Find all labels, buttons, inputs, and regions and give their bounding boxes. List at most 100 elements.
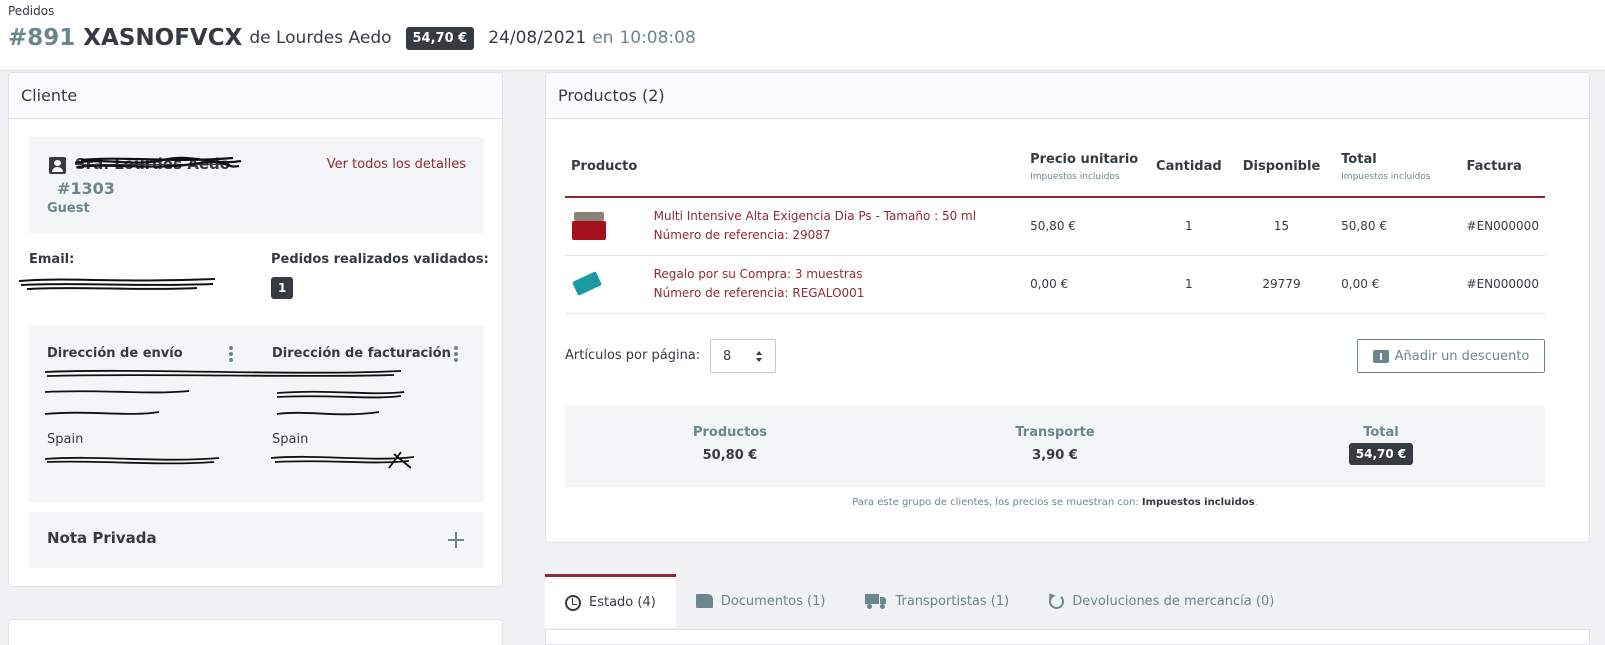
unit-price-cell: 0,00 €	[1024, 255, 1150, 314]
products-subtotal-label: Productos	[692, 425, 768, 440]
unit-price-cell: 50,80 €	[1024, 197, 1150, 256]
available-cell: 15	[1227, 197, 1336, 256]
customer-card: Cliente Sra. Lourdes Aedo #1303 Guest Ve…	[8, 72, 503, 587]
tax-note-emphasis: Impuestos incluidos	[1141, 497, 1255, 508]
tab-documents-label: Documentos (1)	[720, 593, 826, 609]
tax-note: Para este grupo de clientes, los precios…	[565, 497, 1545, 508]
order-total-value: 54,70 €	[1348, 443, 1414, 465]
order-date-separator: en	[592, 28, 614, 48]
person-icon	[49, 157, 66, 174]
products-subtotal: Productos 50,80 €	[670, 425, 790, 463]
billing-country: Spain	[272, 432, 309, 447]
products-card-title: Productos (2)	[558, 86, 665, 105]
page-header: Pedidos #891 XASNOFVCX de Lourdes Aedo 5…	[0, 0, 1605, 71]
order-totals: Productos 50,80 € Transporte 3,90 € Tota…	[565, 406, 1545, 487]
product-jar-image	[571, 212, 607, 241]
email-label: Email:	[29, 252, 75, 267]
customer-id: #1303	[57, 179, 115, 198]
order-total-label: Total	[1363, 425, 1399, 440]
validated-orders-label: Pedidos realizados validados:	[271, 252, 489, 267]
quantity-cell: 1	[1149, 197, 1228, 256]
items-per-page-value: 8	[723, 348, 732, 364]
shipping-address-menu-icon[interactable]	[229, 346, 233, 362]
table-row: Multi Intensive Alta Exigencia Dia Ps - …	[565, 197, 1545, 256]
customer-card-header: Cliente	[9, 73, 502, 119]
tab-carriers[interactable]: Transportistas (1)	[845, 574, 1029, 628]
addresses-box: Dirección de envío Dirección de facturac…	[29, 326, 484, 502]
column-unit-price: Precio unitario Impuestos incluidos	[1024, 137, 1150, 198]
product-name-link[interactable]: Multi Intensive Alta Exigencia Dia Ps - …	[654, 207, 1018, 226]
column-quantity: Cantidad	[1149, 137, 1228, 198]
secondary-card	[8, 619, 503, 645]
column-unit-price-sub: Impuestos incluidos	[1030, 171, 1120, 182]
redaction-scribble	[44, 369, 415, 469]
column-invoice: Factura	[1460, 137, 1545, 198]
redaction-scribble	[74, 156, 242, 169]
tab-documents[interactable]: Documentos (1)	[676, 574, 846, 628]
available-cell: 29779	[1227, 255, 1336, 314]
product-reference: Número de referencia: REGALO001	[653, 286, 865, 300]
column-total-label: Total	[1341, 151, 1377, 167]
plus-icon[interactable]	[448, 532, 464, 548]
order-customer: de Lourdes Aedo	[249, 28, 392, 48]
tab-returns-label: Devoluciones de mercancía (0)	[1072, 593, 1275, 609]
product-sachet-image	[571, 271, 605, 297]
order-reference: XASNOFVCX	[83, 25, 243, 51]
products-card: Productos (2) Producto Precio unitario Im…	[545, 72, 1590, 543]
total-cell: 50,80 €	[1335, 197, 1461, 256]
invoice-cell: #EN000000	[1460, 255, 1545, 314]
product-cell: Regalo por su Compra: 3 muestras Número …	[647, 255, 1025, 314]
products-subtotal-value: 50,80 €	[702, 448, 758, 463]
order-date: 24/08/2021	[488, 28, 587, 48]
undo-icon	[1049, 593, 1065, 609]
column-total-sub: Impuestos incluidos	[1341, 171, 1431, 182]
invoice-cell: #EN000000	[1460, 197, 1545, 256]
shipping-country: Spain	[47, 432, 84, 447]
add-discount-button[interactable]: Añadir un descuento	[1357, 339, 1545, 373]
order-total-badge: 54,70 €	[405, 26, 475, 50]
product-reference: Número de referencia: 29087	[653, 228, 831, 243]
tax-note-suffix: .	[1254, 497, 1258, 508]
redaction-scribble	[18, 278, 216, 290]
column-available: Disponible	[1227, 137, 1336, 198]
billing-address-label: Dirección de facturación	[272, 346, 451, 361]
page-title: #891 XASNOFVCX de Lourdes Aedo 54,70 € 2…	[8, 25, 696, 51]
product-thumbnail-cell	[565, 197, 648, 256]
total-cell: 0,00 €	[1335, 255, 1461, 314]
tab-status[interactable]: Estado (4)	[545, 574, 676, 628]
order-number: #891	[8, 25, 76, 51]
history-icon	[565, 594, 581, 611]
tab-carriers-label: Transportistas (1)	[895, 593, 1010, 609]
column-unit-price-label: Precio unitario	[1030, 151, 1139, 167]
products-table-header: Producto Precio unitario Impuestos inclui…	[565, 137, 1545, 198]
breadcrumb[interactable]: Pedidos	[8, 4, 54, 18]
shipping-cost: Transporte 3,90 €	[995, 425, 1115, 463]
truck-icon	[865, 594, 887, 609]
add-discount-label: Añadir un descuento	[1394, 348, 1530, 364]
column-total: Total Impuestos incluidos	[1335, 137, 1461, 198]
order-total: Total 54,70 €	[1321, 425, 1441, 465]
items-per-page-select[interactable]: 8	[710, 339, 776, 373]
document-icon	[695, 594, 713, 608]
customer-type: Guest	[47, 201, 90, 216]
customer-card-title: Cliente	[21, 86, 78, 105]
validated-orders-count: 1	[271, 277, 294, 299]
ticket-icon	[1372, 349, 1389, 363]
select-arrows-icon	[756, 350, 763, 362]
product-thumbnail-cell	[565, 255, 648, 314]
private-note-section[interactable]: Nota Privada	[29, 512, 484, 568]
shipping-address-label: Dirección de envío	[47, 346, 183, 361]
customer-summary: Sra. Lourdes Aedo #1303 Guest Ver todos …	[29, 137, 484, 233]
product-name-link[interactable]: Regalo por su Compra: 3 muestras	[654, 265, 1018, 284]
order-time: 10:08:08	[619, 28, 696, 48]
view-customer-details-link[interactable]: Ver todos los detalles	[327, 157, 466, 172]
items-per-page-label: Artículos por página:	[565, 348, 701, 363]
tax-note-prefix: Para este grupo de clientes, los precios…	[852, 497, 1139, 508]
tab-returns[interactable]: Devoluciones de mercancía (0)	[1029, 574, 1294, 628]
quantity-cell: 1	[1149, 255, 1228, 314]
tab-content-panel	[545, 629, 1590, 645]
tab-status-label: Estado (4)	[589, 595, 656, 610]
billing-address-menu-icon[interactable]	[454, 346, 458, 362]
shipping-cost-label: Transporte	[1015, 425, 1095, 440]
column-product: Producto	[565, 137, 1025, 198]
